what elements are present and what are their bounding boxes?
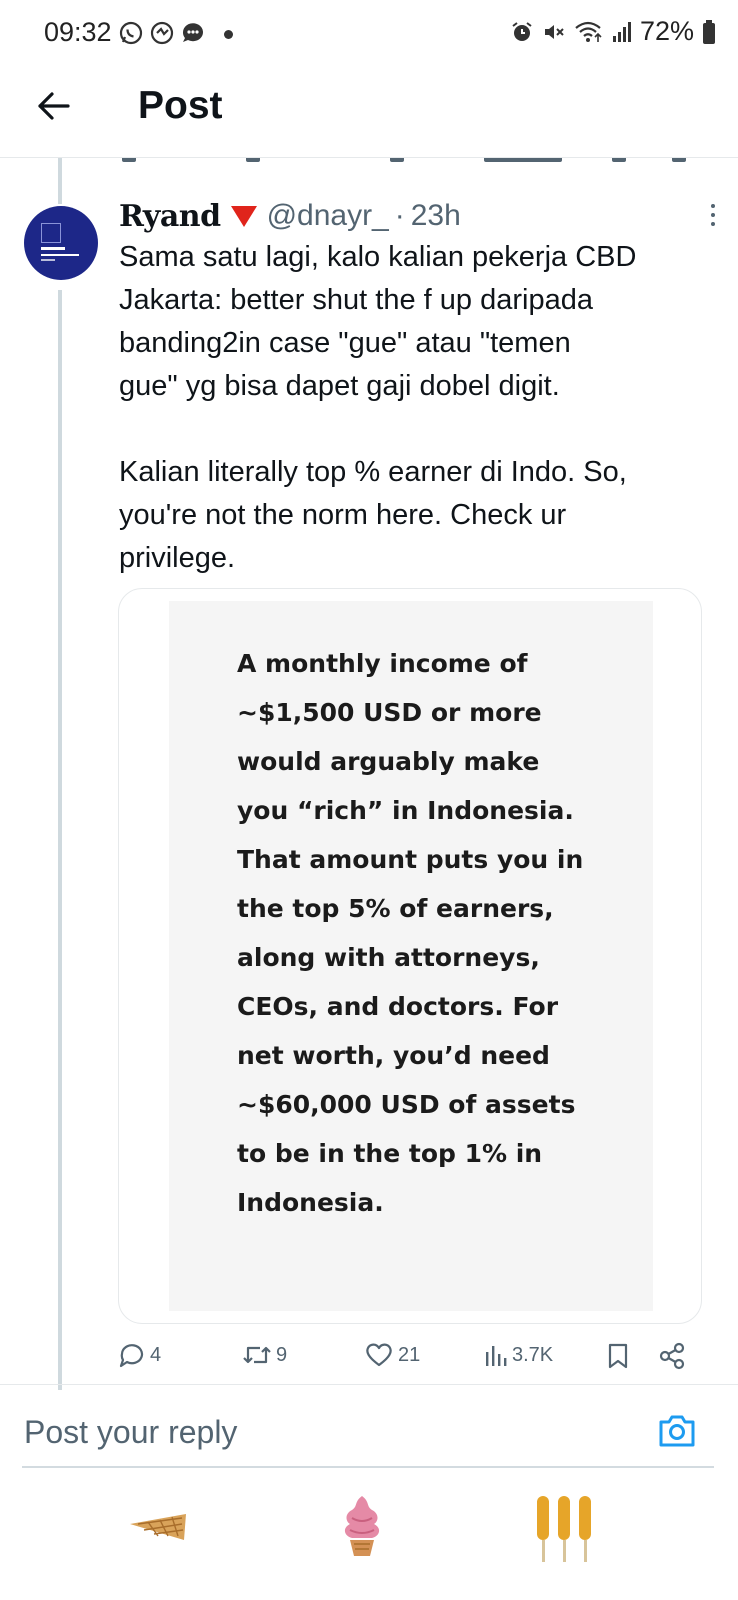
heart-icon (366, 1343, 392, 1367)
alarm-icon (512, 21, 532, 41)
avatar-logo-text-bar (41, 247, 65, 250)
red-triangle-icon (230, 206, 257, 227)
post-actions: 4 9 21 3.7K (118, 1338, 698, 1378)
repost-count: 9 (276, 1343, 288, 1366)
separator: · (394, 199, 405, 232)
messenger-icon (150, 21, 174, 45)
ice-cream-cone-sticker[interactable] (128, 1510, 190, 1546)
previous-post-actions-cutoff (0, 158, 738, 166)
views-chart-icon (486, 1346, 507, 1366)
camera-icon[interactable] (657, 1413, 697, 1449)
author-handle[interactable]: @dnayr_ (267, 199, 389, 233)
battery-percentage: 72% (639, 16, 694, 46)
avatar-logo-text-bar (41, 254, 79, 256)
post-header: Post (0, 68, 738, 158)
like-button[interactable]: 21 (364, 1342, 420, 1368)
image-text: A monthly income of ~$1,500 USD or more … (237, 649, 584, 1217)
image-content: A monthly income of ~$1,500 USD or more … (169, 601, 653, 1311)
attached-image[interactable]: A monthly income of ~$1,500 USD or more … (118, 588, 702, 1324)
battery-icon (703, 19, 715, 44)
repost-icon (243, 1346, 271, 1364)
avatar-logo-mark (41, 223, 61, 243)
corn-dog-sticker[interactable] (532, 1494, 596, 1564)
avatar-logo-text-bar (41, 259, 55, 261)
chat-bubble-icon (182, 23, 203, 42)
mute-icon (544, 24, 564, 39)
divider (0, 1384, 738, 1385)
reply-input[interactable] (24, 1408, 584, 1456)
post-time[interactable]: 23h (411, 199, 461, 233)
author-name[interactable]: Ryand (119, 199, 221, 234)
reply-button[interactable]: 4 (118, 1342, 161, 1368)
thread-connector-line (58, 290, 62, 1390)
keyboard-sticker-suggestions (0, 1480, 738, 1580)
post-author-row: Ryand @dnayr_ · 23h (119, 196, 719, 236)
bookmark-icon[interactable] (606, 1342, 630, 1370)
thread-connector-line (58, 158, 62, 204)
more-options-icon[interactable] (707, 204, 719, 232)
view-count: 3.7K (512, 1343, 554, 1366)
share-icon[interactable] (658, 1342, 686, 1370)
reply-count: 4 (150, 1343, 162, 1366)
like-count: 21 (398, 1343, 421, 1366)
whatsapp-icon (119, 21, 143, 45)
wifi-icon (575, 21, 602, 42)
post-paragraph: Sama satu lagi, kalo kalian pekerja CBD … (119, 241, 637, 402)
soft-serve-sticker[interactable] (340, 1494, 384, 1558)
page-title: Post (138, 84, 223, 127)
post-text: Sama satu lagi, kalo kalian pekerja CBD … (119, 236, 719, 580)
back-arrow-icon[interactable] (34, 86, 74, 126)
system-status-icons: 72% (510, 16, 716, 47)
post-paragraph: Kalian literally top % earner di Indo. S… (119, 456, 627, 574)
notification-icons (118, 20, 206, 46)
status-time: 09:32 (44, 17, 112, 47)
more-notifications-dot (224, 30, 233, 39)
repost-button[interactable]: 9 (242, 1342, 287, 1368)
avatar[interactable] (24, 206, 98, 280)
views-button[interactable]: 3.7K (484, 1342, 553, 1368)
status-bar: 09:32 72% (0, 0, 738, 68)
reply-icon (119, 1344, 144, 1368)
signal-icon (612, 21, 631, 42)
reply-input-underline (22, 1466, 714, 1468)
